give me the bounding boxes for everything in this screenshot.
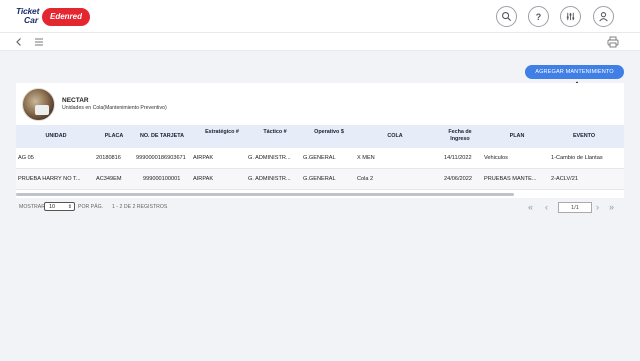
top-bar: Ticket Car Edenred ? [0,0,640,32]
menu-icon[interactable] [34,37,44,47]
col-estrategico[interactable]: Estratégico # [194,129,250,136]
cell-fecha: 14/11/2022 [444,155,472,161]
unit-queue-card: NECTAR Unidades en Cola(Mantenimiento Pr… [16,83,624,198]
show-label: MOSTRAR [19,204,45,210]
per-page-label: POR PÁG. [78,204,104,210]
col-tactico[interactable]: Táctico # [252,129,298,136]
table-row[interactable]: PRUEBA HARRY NO T... AC349EM 99900010000… [16,169,624,190]
cell-evento: 2-ACLV/21 [551,176,578,182]
table-row[interactable]: AG 05 20180816 9990000186903671 AIRPAK G… [16,148,624,169]
cell-tarjeta: 9990000186903671 [136,155,186,161]
cell-tactico: G. ADMINISTR... [248,155,291,161]
search-icon [502,12,512,22]
last-page-button[interactable]: » [609,202,614,212]
col-fecha-line2: Ingreso [450,136,470,142]
cell-operativo: G.GENERAL [303,155,336,161]
col-operativo[interactable]: Operativo $ [304,129,354,136]
col-tarjeta[interactable]: NO. DE TARJETA [134,133,190,140]
page-input[interactable]: 1/1 [558,202,592,213]
cell-placa: 20180816 [96,155,121,161]
cell-placa: AC349EM [96,176,122,182]
user-button[interactable] [593,6,614,27]
select-chevron-icon: ⇕ [67,204,72,210]
logo-line2: Car [24,15,39,25]
col-evento[interactable]: EVENTO [560,133,608,140]
user-icon [599,12,608,22]
back-arrow-icon[interactable] [14,37,24,47]
cell-estrategico: AIRPAK [193,155,214,161]
col-unidad[interactable]: UNIDAD [36,133,76,140]
settings-button[interactable] [560,6,581,27]
sub-toolbar [0,32,640,51]
cell-plan: Vehiculos [484,155,508,161]
col-fecha[interactable]: Fecha de Ingreso [436,129,484,143]
cell-unidad: PRUEBA HARRY NO T... [18,176,81,182]
page-size-value: 10 [49,204,55,210]
help-button[interactable]: ? [528,6,549,27]
ticketcar-edenred-logo[interactable]: Ticket Car Edenred [14,5,90,27]
print-icon[interactable] [607,36,619,48]
cell-cola: X MEN [357,155,375,161]
pagination-bar: MOSTRAR 10 ⇕ POR PÁG. 1 - 2 DE 2 REGISTR… [16,202,624,214]
cell-plan: PRUEBAS MANTE... [484,176,537,182]
sliders-icon [566,12,575,21]
col-fecha-line1: Fecha de [448,129,472,135]
cell-evento: 1-Cambio de Llantas [551,155,603,161]
queue-description: Unidades en Cola(Mantenimiento Preventiv… [62,105,167,111]
cell-tactico: G. ADMINISTR... [248,176,291,182]
col-cola[interactable]: COLA [378,133,412,140]
add-maintenance-button[interactable]: AGREGAR MANTENIMIENTO [525,65,624,79]
next-page-button[interactable]: › [596,202,599,212]
prev-page-button[interactable]: ‹ [545,202,548,212]
cell-cola: Cola 2 [357,176,374,182]
col-plan[interactable]: PLAN [496,133,538,140]
search-button[interactable] [496,6,517,27]
cell-fecha: 24/06/2022 [444,176,472,182]
first-page-button[interactable]: « [528,202,533,212]
company-avatar [22,88,55,121]
logo-badge: Edenred [42,8,90,26]
cell-operativo: G.GENERAL [303,176,336,182]
help-icon: ? [535,11,542,22]
page-size-select[interactable]: 10 ⇕ [44,202,75,211]
company-name: NECTAR [62,97,89,104]
cell-unidad: AG 05 [18,155,34,161]
cell-tarjeta: 999000100001 [143,176,181,182]
table-header: UNIDAD PLACA NO. DE TARJETA Estratégico … [16,125,624,148]
cell-estrategico: AIRPAK [193,176,214,182]
horizontal-scrollbar[interactable] [16,193,514,196]
col-placa[interactable]: PLACA [94,133,134,140]
records-count: 1 - 2 DE 2 REGISTROS [112,204,168,210]
